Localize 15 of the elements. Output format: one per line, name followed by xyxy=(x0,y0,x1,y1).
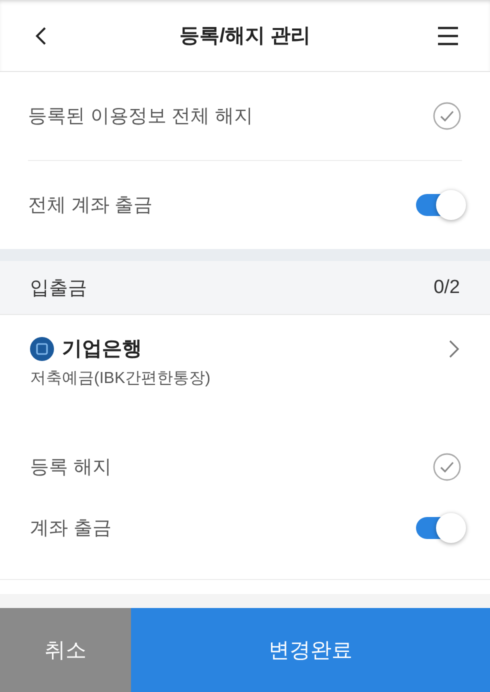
account-product: 저축예금(IBK간편한통장) xyxy=(30,369,212,389)
bank-name: 기업은행 xyxy=(62,337,143,362)
option-label: 등록 해지 xyxy=(30,456,112,480)
option-label: 계좌 출금 xyxy=(30,516,112,540)
option-label: 등록된 이용정보 전체 해지 xyxy=(28,105,253,129)
bank-logo-icon xyxy=(30,336,54,360)
section-count: 0/2 xyxy=(434,276,460,298)
chevron-icon[interactable] xyxy=(448,338,460,358)
confirm-button[interactable]: 변경완료 xyxy=(131,608,490,692)
section-title: 입출금 xyxy=(30,276,87,300)
cancel-button[interactable]: 취소 xyxy=(0,608,131,692)
page-title: 등록/해지 관리 xyxy=(179,24,311,49)
check-icon[interactable] xyxy=(432,101,462,131)
check-icon[interactable] xyxy=(432,452,462,482)
option-label: 전체 계좌 출금 xyxy=(28,194,153,218)
